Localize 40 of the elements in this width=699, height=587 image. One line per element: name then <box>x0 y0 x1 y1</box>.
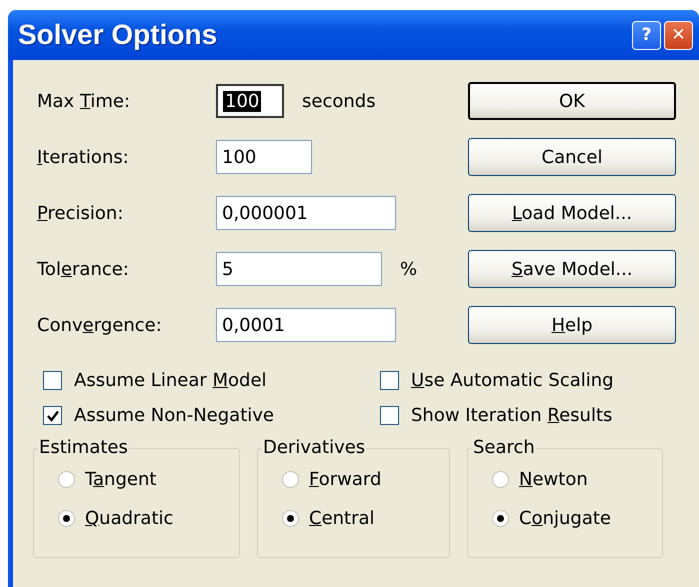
input-field[interactable]: 5 <box>216 252 382 286</box>
field-label: Convergence: <box>37 314 163 336</box>
close-button[interactable]: ✕ <box>664 20 693 50</box>
checkbox-label: Assume Linear Model <box>74 370 267 391</box>
radio-label: Conjugate <box>519 508 611 529</box>
input-field[interactable]: 0,000001 <box>216 196 396 230</box>
radio-button[interactable] <box>492 471 509 488</box>
checkbox[interactable] <box>43 406 62 425</box>
radio-label: Tangent <box>85 469 156 490</box>
input-field[interactable]: 0,0001 <box>216 308 396 342</box>
radio-button[interactable] <box>58 510 75 527</box>
radio-button[interactable] <box>282 510 299 527</box>
radio-button[interactable] <box>492 510 509 527</box>
checkbox-label: Show Iteration Results <box>411 405 612 426</box>
checkbox-label: Use Automatic Scaling <box>411 370 614 391</box>
input-field[interactable]: 100 <box>216 140 312 174</box>
help-button[interactable]: ? <box>632 20 661 50</box>
field-label: Tolerance: <box>37 258 130 280</box>
checkbox-label: Assume Non-Negative <box>74 405 274 426</box>
checkbox[interactable] <box>380 406 399 425</box>
dialog-button[interactable]: OK <box>468 82 676 120</box>
radio-label: Quadratic <box>85 508 174 529</box>
radio-label: Newton <box>519 469 588 490</box>
radio-label: Forward <box>309 469 382 490</box>
dialog-button[interactable]: Cancel <box>468 138 676 176</box>
unit-label: seconds <box>302 90 376 112</box>
field-label: Max Time: <box>37 90 132 112</box>
field-label: Iterations: <box>37 146 130 168</box>
window-title: Solver Options <box>18 19 218 51</box>
radio-button[interactable] <box>58 471 75 488</box>
radio-label: Central <box>309 508 375 529</box>
field-label: Precision: <box>37 202 124 224</box>
unit-label: % <box>400 258 418 280</box>
checkbox[interactable] <box>43 371 62 390</box>
dialog-button[interactable]: Help <box>468 306 676 344</box>
dialog-button[interactable]: Save Model... <box>468 250 676 288</box>
radio-button[interactable] <box>282 471 299 488</box>
dialog-button[interactable]: Load Model... <box>468 194 676 232</box>
checkbox[interactable] <box>380 371 399 390</box>
input-field[interactable]: 100 <box>216 84 284 118</box>
